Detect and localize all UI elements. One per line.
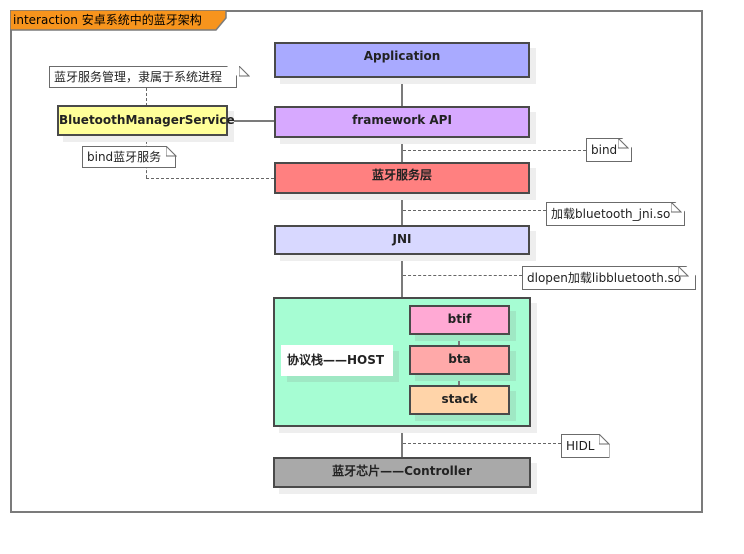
note-dlopen-text: dlopen加载libbluetooth.so [527,271,682,285]
layer-host-label-text: 协议栈——HOST [287,353,385,367]
dash-bindnote-service [146,178,274,179]
host-component-stack[interactable]: stack [409,385,510,415]
layer-framework-api[interactable]: framework API [274,106,530,138]
host-component-btif[interactable]: btif [409,305,510,335]
note-bind-text: bind [591,143,618,157]
note-hidl: HIDL [561,434,610,458]
dash-dlopen-note [403,275,522,276]
connector-framework-service [401,138,403,164]
layer-framework-api-label: framework API [352,113,452,127]
note-load-jni: 加载bluetooth_jni.so [546,202,685,226]
layer-controller-label: 蓝牙芯片——Controller [332,464,472,478]
layer-bluetooth-service[interactable]: 蓝牙服务层 [274,162,530,194]
dash-loadjni-note [403,210,546,211]
note-load-jni-text: 加载bluetooth_jni.so [551,207,671,221]
host-component-bta-label: bta [448,352,471,366]
layer-application[interactable]: Application [274,42,530,78]
layer-host-label: 协议栈——HOST [281,345,393,376]
note-manager-desc: 蓝牙服务管理，隶属于系统进程 [49,66,237,88]
layer-bluetooth-service-label: 蓝牙服务层 [371,168,432,182]
dash-manager-note [146,88,147,106]
note-hidl-text: HIDL [566,439,595,453]
host-component-bta[interactable]: bta [409,345,510,375]
diagram-title: interaction 安卓系统中的蓝牙架构 [13,13,202,27]
bluetooth-manager-service-label: BluetoothManagerService [59,113,235,127]
connector-app-framework [401,78,403,106]
note-bind: bind [586,138,632,162]
note-bind-service: bind蓝牙服务 [82,146,176,168]
note-bind-service-text: bind蓝牙服务 [87,150,162,164]
layer-application-label: Application [363,49,441,63]
bluetooth-manager-service[interactable]: BluetoothManagerService [57,105,235,136]
note-manager-desc-text: 蓝牙服务管理，隶属于系统进程 [54,70,223,84]
layer-jni-label: JNI [392,232,412,246]
layer-controller[interactable]: 蓝牙芯片——Controller [273,457,531,488]
host-component-stack-label: stack [441,392,478,406]
dash-hidl-note [403,443,561,444]
note-dlopen: dlopen加载libbluetooth.so [522,266,696,290]
connector-jni-host [401,255,403,297]
dash-bind-note [403,150,586,151]
host-component-btif-label: btif [447,312,472,326]
layer-jni[interactable]: JNI [274,225,530,255]
